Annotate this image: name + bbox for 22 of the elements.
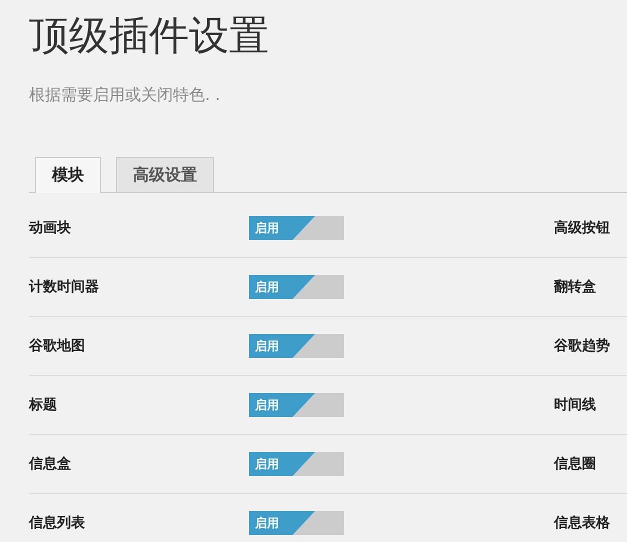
- setting-label: 信息圈: [554, 455, 596, 473]
- setting-label: 时间线: [554, 396, 596, 414]
- toggle-switch[interactable]: 启用: [249, 334, 344, 358]
- toggle-switch[interactable]: 启用: [249, 216, 344, 240]
- tab[interactable]: 模块: [35, 157, 101, 193]
- page-title: 顶级插件设置: [29, 12, 270, 61]
- toggle-switch[interactable]: 启用: [249, 275, 344, 299]
- setting-label: 谷歌地图: [29, 337, 86, 355]
- setting-label: 计数时间器: [29, 278, 100, 296]
- toggle-switch[interactable]: 启用: [249, 452, 344, 476]
- setting-label: 信息表格: [554, 514, 610, 532]
- page-subtitle: 根据需要启用或关闭特色. .: [29, 84, 222, 106]
- toggle-switch[interactable]: 启用: [249, 393, 344, 417]
- setting-label: 信息列表: [29, 514, 86, 532]
- setting-label: 信息盒: [29, 455, 72, 473]
- tab[interactable]: 高级设置: [116, 157, 214, 192]
- setting-label: 谷歌趋势: [554, 337, 610, 355]
- setting-label: 动画块: [29, 219, 72, 237]
- setting-label: 翻转盒: [554, 278, 596, 296]
- setting-label: 标题: [29, 396, 58, 414]
- toggle-switch[interactable]: 启用: [249, 511, 344, 535]
- setting-label: 高级按钮: [554, 219, 610, 237]
